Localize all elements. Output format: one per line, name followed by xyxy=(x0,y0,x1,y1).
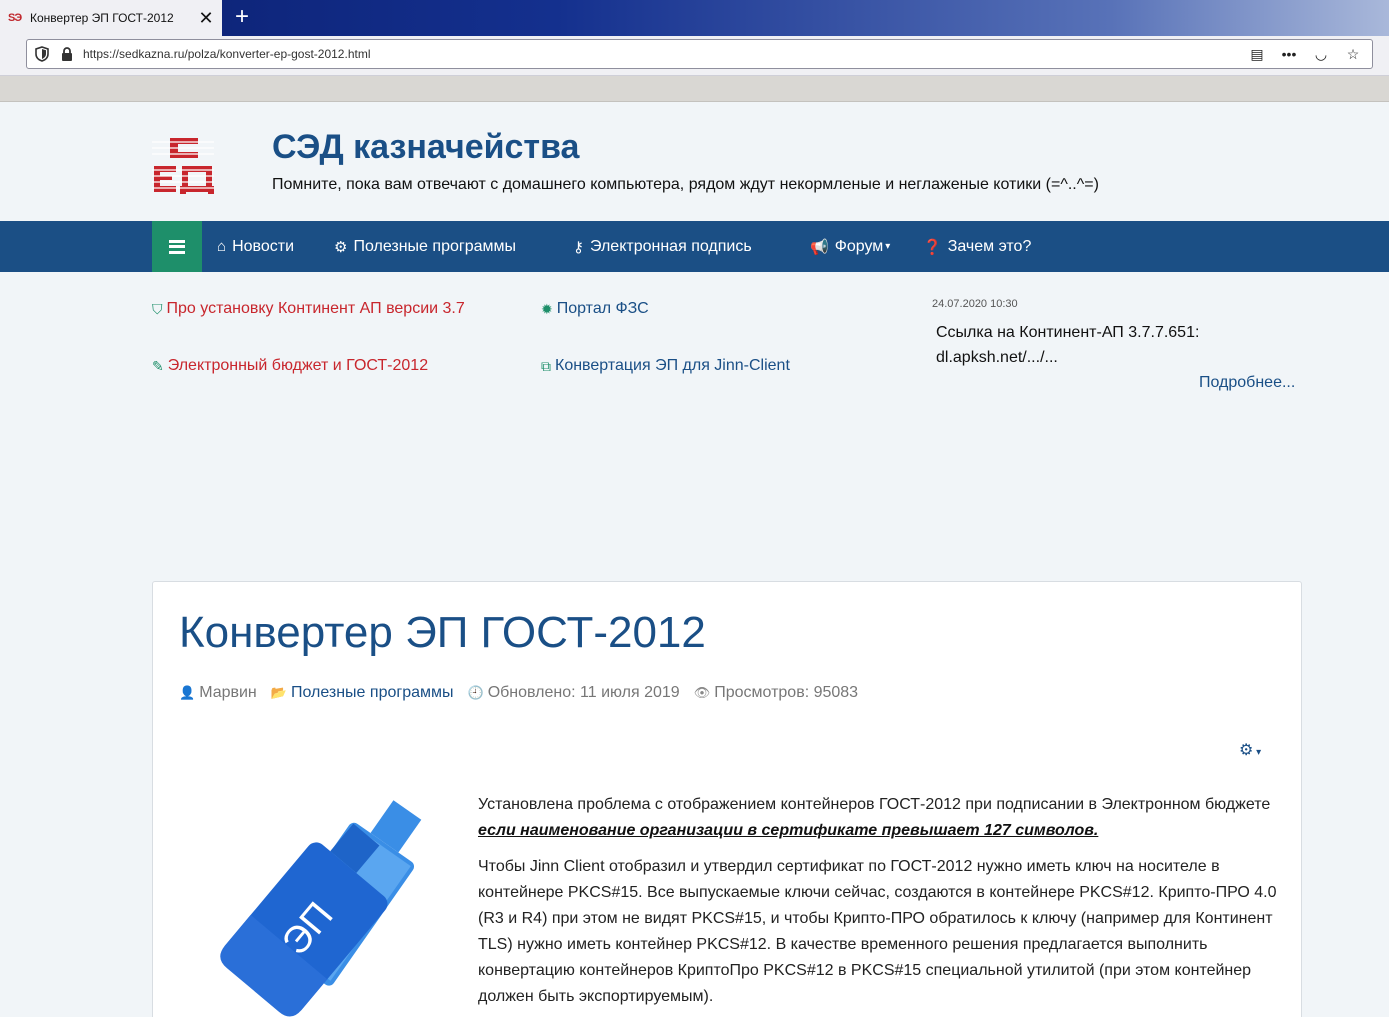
nav-item-label: Электронная подпись xyxy=(590,237,752,255)
link-label: Конвертация ЭП для Jinn-Client xyxy=(555,357,790,374)
category-link[interactable]: Полезные программы xyxy=(291,684,454,702)
news-more-link[interactable]: Подробнее... xyxy=(1199,374,1295,392)
certificate-icon: ✹ xyxy=(541,300,553,317)
nav-item-why[interactable]: ❓ Зачем это? xyxy=(923,221,1031,272)
bookmark-star-icon[interactable]: ☆ xyxy=(1344,45,1362,63)
article-category[interactable]: 📂 Полезные программы xyxy=(271,684,454,702)
copy-icon: ⧉ xyxy=(541,357,551,374)
author-name: Марвин xyxy=(199,684,257,701)
site-header: СЭД казначейства Помните, пока вам отвеч… xyxy=(0,102,1389,221)
nav-item-programs[interactable]: ⚙ Полезные программы xyxy=(334,221,516,272)
key-icon: ⚷ xyxy=(573,238,584,256)
url-text[interactable]: https://sedkazna.ru/polza/konverter-ep-g… xyxy=(83,47,1248,61)
link-jinn[interactable]: ⧉ Конвертация ЭП для Jinn-Client xyxy=(541,357,790,375)
nav-item-label: Новости xyxy=(232,237,294,255)
link-label: Про установку Континент АП версии 3.7 xyxy=(166,300,465,317)
site-title[interactable]: СЭД казначейства xyxy=(272,128,579,167)
nav-item-label: Зачем это? xyxy=(947,237,1032,255)
menu-toggle-button[interactable] xyxy=(152,221,202,272)
usb-token-image: ЭП xyxy=(220,800,422,1017)
link-kontinent[interactable]: ⛉ Про установку Континент АП версии 3.7 xyxy=(152,300,465,318)
user-icon: 👤 xyxy=(179,685,196,700)
eye-icon: 👁 xyxy=(693,685,711,700)
article-title: Конвертер ЭП ГОСТ-2012 xyxy=(179,608,706,657)
shield-icon[interactable] xyxy=(35,46,49,62)
article-views: 👁 Просмотров: 95083 xyxy=(694,684,858,702)
home-icon: ⌂ xyxy=(217,238,227,255)
paragraph-text: Установлена проблема с отображением конт… xyxy=(478,796,1271,813)
news-date: 24.07.2020 10:30 xyxy=(932,298,1018,310)
site-favicon-icon: SЭ xyxy=(8,12,22,24)
new-tab-plus-icon[interactable]: + xyxy=(230,5,254,29)
article-card: Конвертер ЭП ГОСТ-2012 👤 Марвин 📂 Полезн… xyxy=(152,581,1302,1017)
link-budget[interactable]: ✎ Электронный бюджет и ГОСТ-2012 xyxy=(152,357,428,375)
nav-item-news[interactable]: ⌂ Новости xyxy=(217,221,294,272)
news-text: Ссылка на Континент-АП 3.7.7.651: dl.apk… xyxy=(936,324,1200,366)
reader-view-icon[interactable]: ▤ xyxy=(1248,45,1266,63)
link-label: Портал ФЗС xyxy=(556,300,649,317)
article-updated: 🕘 Обновлено: 11 июля 2019 xyxy=(468,684,680,702)
caret-down-icon: ▾ xyxy=(1253,747,1262,758)
lock-icon[interactable] xyxy=(61,47,73,61)
browser-tab[interactable]: SЭ Конвертер ЭП ГОСТ-2012 ✕ xyxy=(0,0,222,36)
address-bar[interactable]: https://sedkazna.ru/polza/konverter-ep-g… xyxy=(26,39,1373,69)
more-actions-icon[interactable]: ••• xyxy=(1280,45,1298,63)
article-paragraph-1: Установлена проблема с отображением конт… xyxy=(478,792,1278,844)
browser-toolbar: https://sedkazna.ru/polza/konverter-ep-g… xyxy=(0,36,1389,76)
gear-icon: ⚙ xyxy=(1239,742,1254,759)
close-icon[interactable]: ✕ xyxy=(196,8,216,28)
updated-date: Обновлено: 11 июля 2019 xyxy=(487,684,680,701)
nav-item-label: Полезные программы xyxy=(353,237,516,255)
shield-icon: ⛉ xyxy=(152,300,163,317)
article-author: 👤 Марвин xyxy=(179,684,257,702)
pocket-icon[interactable]: ◡ xyxy=(1312,45,1330,63)
site-logo[interactable] xyxy=(152,136,214,194)
nav-item-forum[interactable]: 📢 Форум ▾ xyxy=(810,221,890,272)
article-body: Установлена проблема с отображением конт… xyxy=(478,792,1278,1017)
cogs-icon: ⚙ xyxy=(334,238,348,256)
link-fzs[interactable]: ✹ Портал ФЗС xyxy=(541,300,649,318)
folder-open-icon: 📂 xyxy=(270,685,287,700)
views-count: Просмотров: 95083 xyxy=(714,684,859,701)
bullhorn-icon: 📢 xyxy=(810,238,829,256)
article-options-button[interactable]: ⚙ ▾ xyxy=(1239,740,1261,760)
article-meta: 👤 Марвин 📂 Полезные программы 🕘 Обновлен… xyxy=(179,684,872,702)
question-circle-icon: ❓ xyxy=(923,238,942,256)
bookmarks-bar xyxy=(0,76,1389,102)
article-paragraph-2: Чтобы Jinn Client отобразил и утвердил с… xyxy=(478,858,1277,1005)
clock-icon: 🕘 xyxy=(467,685,484,700)
magic-wand-icon: ✎ xyxy=(152,357,164,374)
emphasized-link[interactable]: если наименование организации в сертифик… xyxy=(478,822,1098,839)
nav-item-signature[interactable]: ⚷ Электронная подпись xyxy=(573,221,752,272)
hamburger-icon xyxy=(169,239,185,254)
main-nav: ⌂ Новости ⚙ Полезные программы ⚷ Электро… xyxy=(0,221,1389,272)
browser-tabbar: SЭ Конвертер ЭП ГОСТ-2012 ✕ + xyxy=(0,0,1389,36)
site-tagline: Помните, пока вам отвечают с домашнего к… xyxy=(272,176,1099,193)
caret-down-icon: ▾ xyxy=(885,241,891,252)
tab-title: Конвертер ЭП ГОСТ-2012 xyxy=(30,11,174,25)
nav-item-label: Форум xyxy=(834,237,884,255)
link-label: Электронный бюджет и ГОСТ-2012 xyxy=(167,357,429,374)
